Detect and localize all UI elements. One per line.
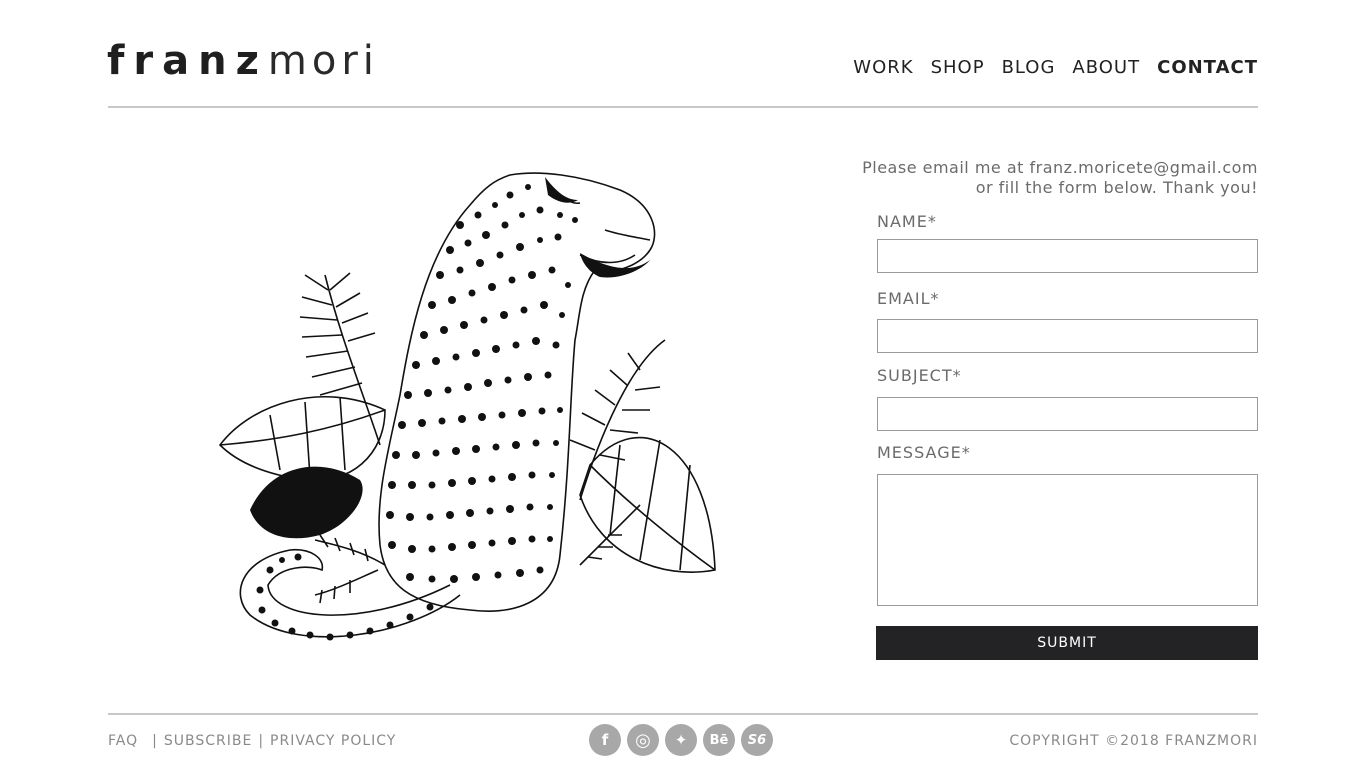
instagram-icon[interactable]: ◎ (627, 724, 659, 756)
logo-bold-part: franz (107, 38, 268, 84)
contact-intro: Please email me at franz.moricete@gmail.… (838, 158, 1258, 198)
subject-input[interactable] (877, 397, 1258, 431)
name-input[interactable] (877, 239, 1258, 273)
facebook-icon[interactable]: f (589, 724, 621, 756)
footer-separator: | (152, 733, 158, 749)
header-divider (108, 106, 1258, 108)
subscribe-link[interactable]: SUBSCRIBE (164, 731, 252, 751)
nav-work[interactable]: WORK (853, 56, 913, 80)
footer-separator: | (258, 733, 265, 749)
message-label: MESSAGE* (877, 443, 971, 462)
privacy-policy-link[interactable]: PRIVACY POLICY (270, 731, 396, 751)
society6-icon[interactable]: S6 (741, 724, 773, 756)
twitter-icon[interactable]: ✦ (665, 724, 697, 756)
intro-line-1: Please email me at franz.moricete@gmail.… (862, 158, 1258, 177)
message-textarea[interactable] (877, 474, 1258, 606)
subject-label: SUBJECT* (877, 366, 962, 385)
social-links: f ◎ ✦ Bē S6 (589, 724, 773, 756)
footer-links: FAQ | SUBSCRIBE | PRIVACY POLICY (108, 731, 396, 751)
nav-contact[interactable]: CONTACT (1157, 56, 1258, 80)
submit-button[interactable]: SUBMIT (876, 626, 1258, 660)
copyright-text: COPYRIGHT ©2018 FRANZMORI (1009, 733, 1258, 749)
main-nav: WORK SHOP BLOG ABOUT CONTACT (853, 56, 1258, 80)
footer-divider (108, 713, 1258, 715)
nav-about[interactable]: ABOUT (1072, 56, 1140, 80)
faq-link[interactable]: FAQ (108, 731, 138, 751)
email-input[interactable] (877, 319, 1258, 353)
intro-line-2: or fill the form below. Thank you! (975, 178, 1258, 197)
leopard-illustration (218, 172, 716, 641)
name-label: NAME* (877, 212, 937, 231)
nav-blog[interactable]: BLOG (1002, 56, 1056, 80)
nav-shop[interactable]: SHOP (931, 56, 985, 80)
email-label: EMAIL* (877, 289, 940, 308)
site-logo[interactable]: franzmori (107, 38, 379, 84)
behance-icon[interactable]: Bē (703, 724, 735, 756)
logo-light-part: mori (267, 38, 379, 84)
